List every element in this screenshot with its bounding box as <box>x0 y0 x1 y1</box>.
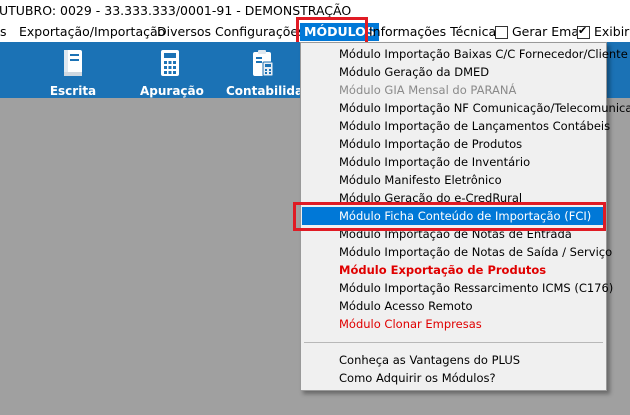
menu-item-diversos[interactable]: Diversos <box>157 22 211 42</box>
menu-option-lancamentos-contabeis[interactable]: Módulo Importação de Lançamentos Contábe… <box>302 117 610 135</box>
exibir-label[interactable]: Exibir I <box>594 22 630 42</box>
gerar-email-checkbox[interactable] <box>495 26 508 39</box>
menu-option-inventario[interactable]: Módulo Importação de Inventário <box>302 153 605 171</box>
menu-option-clonar-empresas[interactable]: Módulo Clonar Empresas <box>302 315 605 333</box>
book-icon <box>64 50 82 76</box>
menu-option-nf-comunicacao[interactable]: Módulo Importação NF Comunicação/Telecom… <box>302 99 630 117</box>
menu-option-gia-parana: Módulo GIA Mensal do PARANÁ <box>339 83 517 97</box>
gerar-email-label[interactable]: Gerar Email <box>512 22 586 42</box>
menu-item-informacoes-tecnicas[interactable]: Informações Técnicas <box>369 22 503 42</box>
menu-option-manifesto[interactable]: Módulo Manifesto Eletrônico <box>302 171 605 189</box>
menu-option-importacao-produtos[interactable]: Módulo Importação de Produtos <box>302 135 605 153</box>
menu-separator <box>304 342 603 343</box>
calculator-icon <box>161 50 179 76</box>
menu-item-exportacao-importacao[interactable]: Exportação/Importação <box>19 22 165 42</box>
menu-option-como-adquirir[interactable]: Como Adquirir os Módulos? <box>302 369 605 387</box>
toolbar-apuracao-label: Apuração <box>140 84 204 98</box>
menu-option-notas-saida[interactable]: Módulo Importação de Notas de Saída / Se… <box>302 243 612 261</box>
toolbar-escrita-label: Escrita <box>49 84 97 98</box>
fci-highlight-box <box>293 202 606 231</box>
menu-item-configuracoes[interactable]: Configurações <box>215 22 305 42</box>
toolbar-contabilidade-label: Contabilidad <box>226 84 312 98</box>
menu-item-truncated[interactable]: s <box>0 22 7 42</box>
menu-option-ressarcimento-icms[interactable]: Módulo Importação Ressarcimento ICMS (C1… <box>302 279 613 297</box>
menu-option-vantagens-plus[interactable]: Conheça as Vantagens do PLUS <box>302 351 605 369</box>
toolbar-apuracao-button[interactable]: Apuração <box>140 42 204 98</box>
menu-option-acesso-remoto[interactable]: Módulo Acesso Remoto <box>302 297 605 315</box>
menu-option-dmed[interactable]: Módulo Geração da DMED <box>302 63 605 81</box>
menu-option-exportacao-produtos[interactable]: Módulo Exportação de Produtos <box>302 261 605 279</box>
menu-option-baixas-cc[interactable]: Módulo Importação Baixas C/C Fornecedor/… <box>302 45 628 63</box>
exibir-checkbox[interactable] <box>577 24 590 39</box>
toolbar-contabilidade-button[interactable]: Contabilidad <box>226 42 312 98</box>
toolbar-escrita-button[interactable]: Escrita <box>48 42 98 98</box>
clipboard-calc-icon <box>253 50 274 77</box>
